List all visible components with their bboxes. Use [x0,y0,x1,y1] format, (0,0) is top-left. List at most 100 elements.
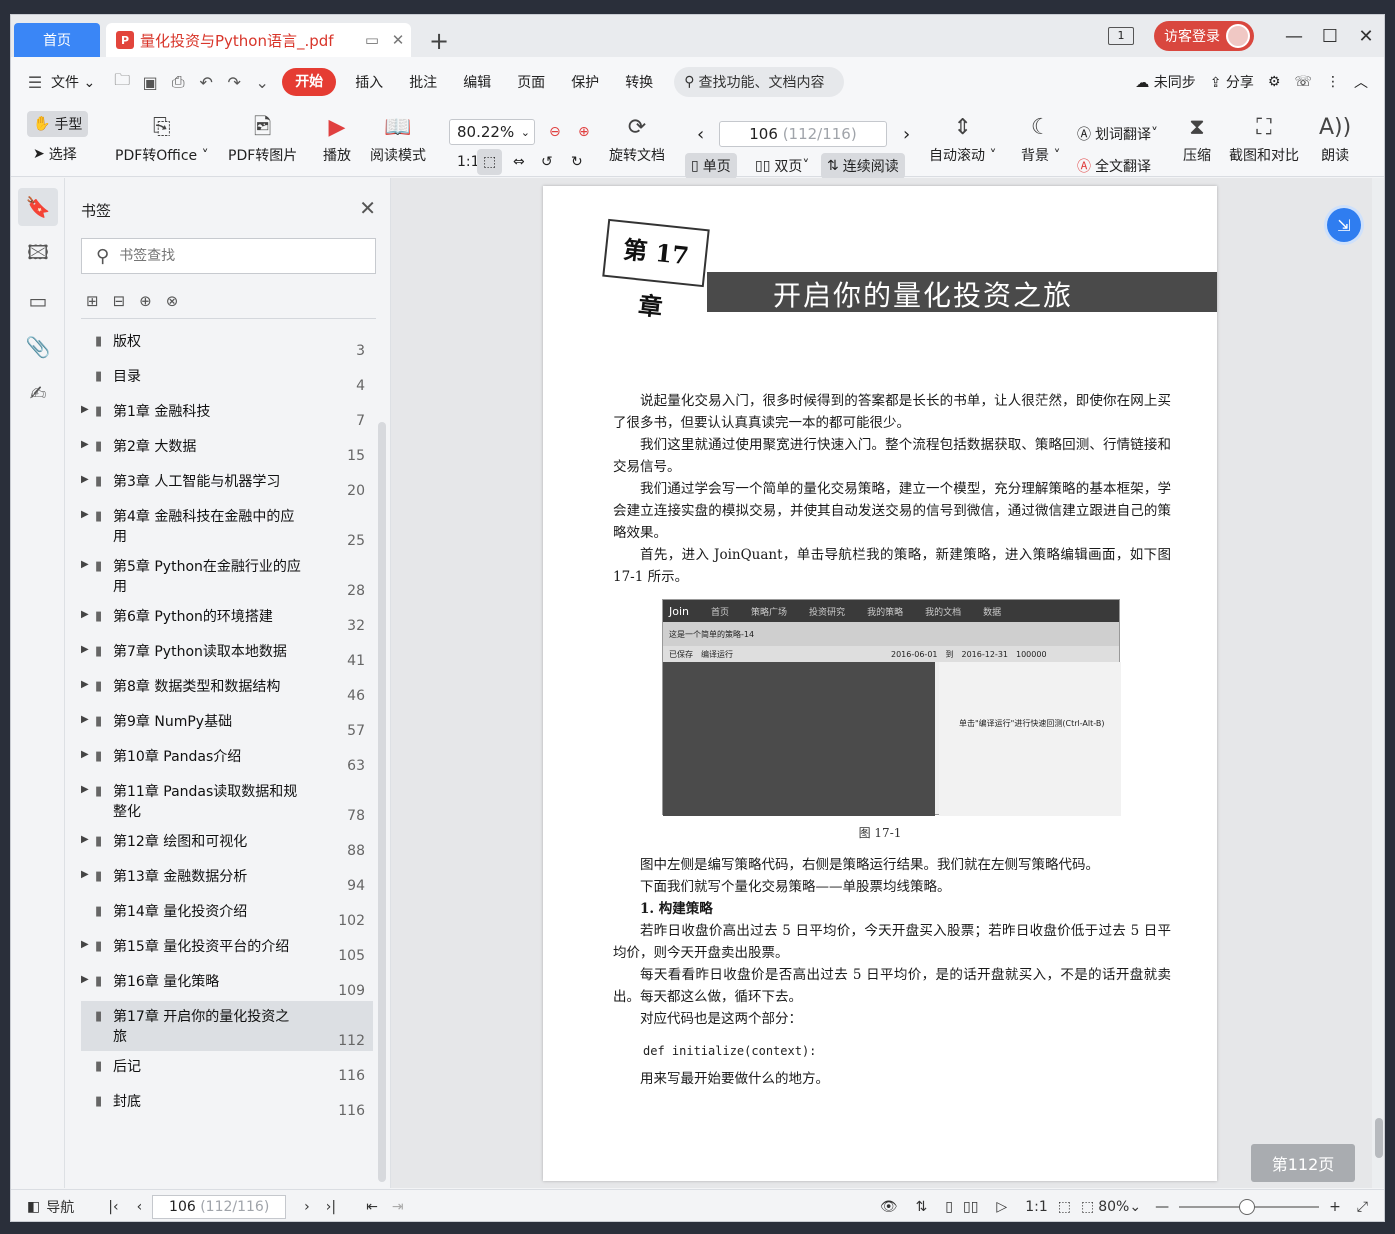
sync-status[interactable]: ☁ 未同步 [1135,72,1195,92]
zoom-in-icon[interactable]: ⊕ [572,119,596,145]
bookmark-item[interactable]: ▶ ▮ 第4章 金融科技在金融中的应用 25 [81,501,373,551]
zoom-slider-knob[interactable] [1239,1198,1256,1215]
bookmark-search-input[interactable] [119,248,340,264]
compress-button[interactable]: ⧗ 压缩 [1183,111,1211,165]
document-scrollbar[interactable] [1372,178,1384,1188]
zoom-dropdown[interactable]: ⬚ 80% ⌄ [1081,1199,1141,1215]
new-tab-button[interactable]: + [429,27,449,55]
expand-all-icon[interactable]: ⊞ [86,292,99,310]
guest-login-button[interactable]: 访客登录 [1154,21,1254,51]
settings-icon[interactable]: ⚙ [1268,74,1281,90]
bookmark-item[interactable]: ▶ ▮ 第10章 Pandas介绍 63 [81,741,373,776]
feature-search[interactable]: ⚲ 查找功能、文档内容 [674,67,845,97]
expand-arrow-icon[interactable]: ▶ [81,869,93,880]
menu-page[interactable]: 页面 [504,72,558,92]
signature-panel-icon[interactable]: ✍ [18,374,58,412]
status-page-input[interactable]: 106 (112/116) [152,1194,287,1219]
prev-page-icon[interactable]: ‹ [691,121,710,147]
thumbnail-panel-icon[interactable]: 🖾 [18,236,58,274]
zoom-slider[interactable] [1179,1198,1320,1215]
back-icon[interactable]: ⇤ [366,1199,378,1215]
bookmark-item[interactable]: ▶ ▮ 第9章 NumPy基础 57 [81,706,373,741]
bookmark-item[interactable]: ▮ 版权 3 [81,326,373,361]
prev-page-icon[interactable]: ‹ [137,1199,143,1215]
zoom-select[interactable]: 80.22% ⌄ [449,119,535,145]
hamburger-icon[interactable]: ☰ [21,73,49,92]
floating-tool-icon[interactable]: ⇲ [1327,208,1361,242]
expand-arrow-icon[interactable]: ▶ [81,974,93,985]
actual-size-mode-icon[interactable]: 1:1 [1025,1199,1048,1215]
attachment-panel-icon[interactable]: 📎 [18,328,58,366]
single-page-mode-icon[interactable]: ▯ [945,1199,953,1215]
bookmark-item[interactable]: ▮ 封底 116 [81,1086,373,1121]
tab-home[interactable]: 首页 [14,23,100,57]
bookmark-item[interactable]: ▶ ▮ 第16章 量化策略 109 [81,966,373,1001]
more-dropdown-icon[interactable]: ⌄ [248,73,276,92]
bookmark-item[interactable]: ▶ ▮ 第13章 金融数据分析 94 [81,861,373,896]
expand-arrow-icon[interactable]: ▶ [81,834,93,845]
collapse-ribbon-icon[interactable]: ︿ [1354,72,1368,92]
bookmark-item[interactable]: ▶ ▮ 第12章 绘图和可视化 88 [81,826,373,861]
menu-start[interactable]: 开始 [282,68,337,96]
bookmark-item[interactable]: ▶ ▮ 第5章 Python在金融行业的应用 28 [81,551,373,601]
window-count-badge[interactable]: 1 [1108,27,1134,45]
save-icon[interactable]: ▣ [136,73,164,92]
background-button[interactable]: ☾ 背景 ˅ [1021,111,1060,165]
bookmark-item[interactable]: ▮ 后记 116 [81,1051,373,1086]
zoom-out-icon[interactable]: ⊖ [543,119,567,145]
expand-arrow-icon[interactable]: ▶ [81,559,93,570]
bookmark-item[interactable]: ▶ ▮ 第7章 Python读取本地数据 41 [81,636,373,671]
play-mode-icon[interactable]: ▷ [996,1199,1007,1215]
pdf-to-office-button[interactable]: ⎘ PDF转Office ˅ [115,111,209,165]
bookmark-item[interactable]: ▶ ▮ 第11章 Pandas读取数据和规整化 78 [81,776,373,826]
tab-document[interactable]: P 量化投资与Python语言_.pdf ▭ ✕ [106,23,411,57]
add-bookmark-icon[interactable]: ⊕ [139,292,152,310]
last-page-icon[interactable]: ›| [326,1199,336,1215]
page-number-input[interactable]: 106 (112/116) [719,121,887,147]
screen-icon[interactable]: ▭ [359,31,385,49]
next-page-icon[interactable]: › [304,1199,310,1215]
close-window-icon[interactable]: ✕ [1348,26,1384,47]
undo-icon[interactable]: ↶ [192,73,220,92]
fit-page-icon[interactable]: ⬚ [477,149,503,175]
fit-page-mode-icon[interactable]: ⬚ [1058,1199,1071,1215]
select-tool[interactable]: ➤ 选择 [27,141,83,167]
menu-convert[interactable]: 转换 [612,72,666,92]
rotate-right-icon[interactable]: ↻ [565,149,589,175]
word-translate-button[interactable]: Ⓐ 划词翻译 ˅ [1071,121,1164,147]
bookmark-item[interactable]: ▮ 第17章 开启你的量化投资之旅 112 [81,1001,373,1051]
hand-tool[interactable]: ✋ 手型 [27,111,89,137]
expand-arrow-icon[interactable]: ▶ [81,609,93,620]
zoom-in-icon[interactable]: + [1329,1199,1341,1215]
nav-toggle[interactable]: ◧ 导航 [27,1197,74,1217]
menu-insert[interactable]: 插入 [342,72,396,92]
expand-arrow-icon[interactable]: ▶ [81,439,93,450]
bookmark-item[interactable]: ▶ ▮ 第15章 量化投资平台的介绍 105 [81,931,373,966]
continuous-mode-icon[interactable]: ⇅ [916,1199,928,1215]
rotate-document-button[interactable]: ⟳ 旋转文档 [609,111,665,165]
menu-comment[interactable]: 批注 [396,72,450,92]
close-tab-icon[interactable]: ✕ [385,31,411,49]
bookmark-item[interactable]: ▶ ▮ 第8章 数据类型和数据结构 46 [81,671,373,706]
bookmark-scrollbar[interactable] [378,422,386,1182]
menu-file[interactable]: 文件 ⌄ [49,72,108,92]
fit-width-icon[interactable]: ⇔ [507,149,531,175]
bookmark-item[interactable]: ▶ ▮ 第1章 金融科技 7 [81,396,373,431]
more-icon[interactable]: ⋮ [1326,74,1340,90]
redo-icon[interactable]: ↷ [220,73,248,92]
expand-arrow-icon[interactable]: ▶ [81,474,93,485]
collapse-all-icon[interactable]: ⊟ [113,292,126,310]
expand-arrow-icon[interactable]: ▶ [81,714,93,725]
full-translate-button[interactable]: Ⓐ 全文翻译 [1071,153,1157,179]
expand-arrow-icon[interactable]: ▶ [81,644,93,655]
expand-arrow-icon[interactable]: ▶ [81,679,93,690]
expand-arrow-icon[interactable]: ▶ [81,939,93,950]
bookmark-item[interactable]: ▶ ▮ 第3章 人工智能与机器学习 20 [81,466,373,501]
next-page-icon[interactable]: › [897,121,916,147]
single-page-button[interactable]: ▯ 单页 [685,153,737,179]
pdf-to-image-button[interactable]: 🖻 PDF转图片 [228,111,297,165]
expand-arrow-icon[interactable]: ▶ [81,509,93,520]
auto-scroll-button[interactable]: ⇕ 自动滚动 ˅ [929,111,996,165]
comment-panel-icon[interactable]: ▭ [18,282,58,320]
bookmark-search[interactable]: ⚲ [81,238,376,274]
